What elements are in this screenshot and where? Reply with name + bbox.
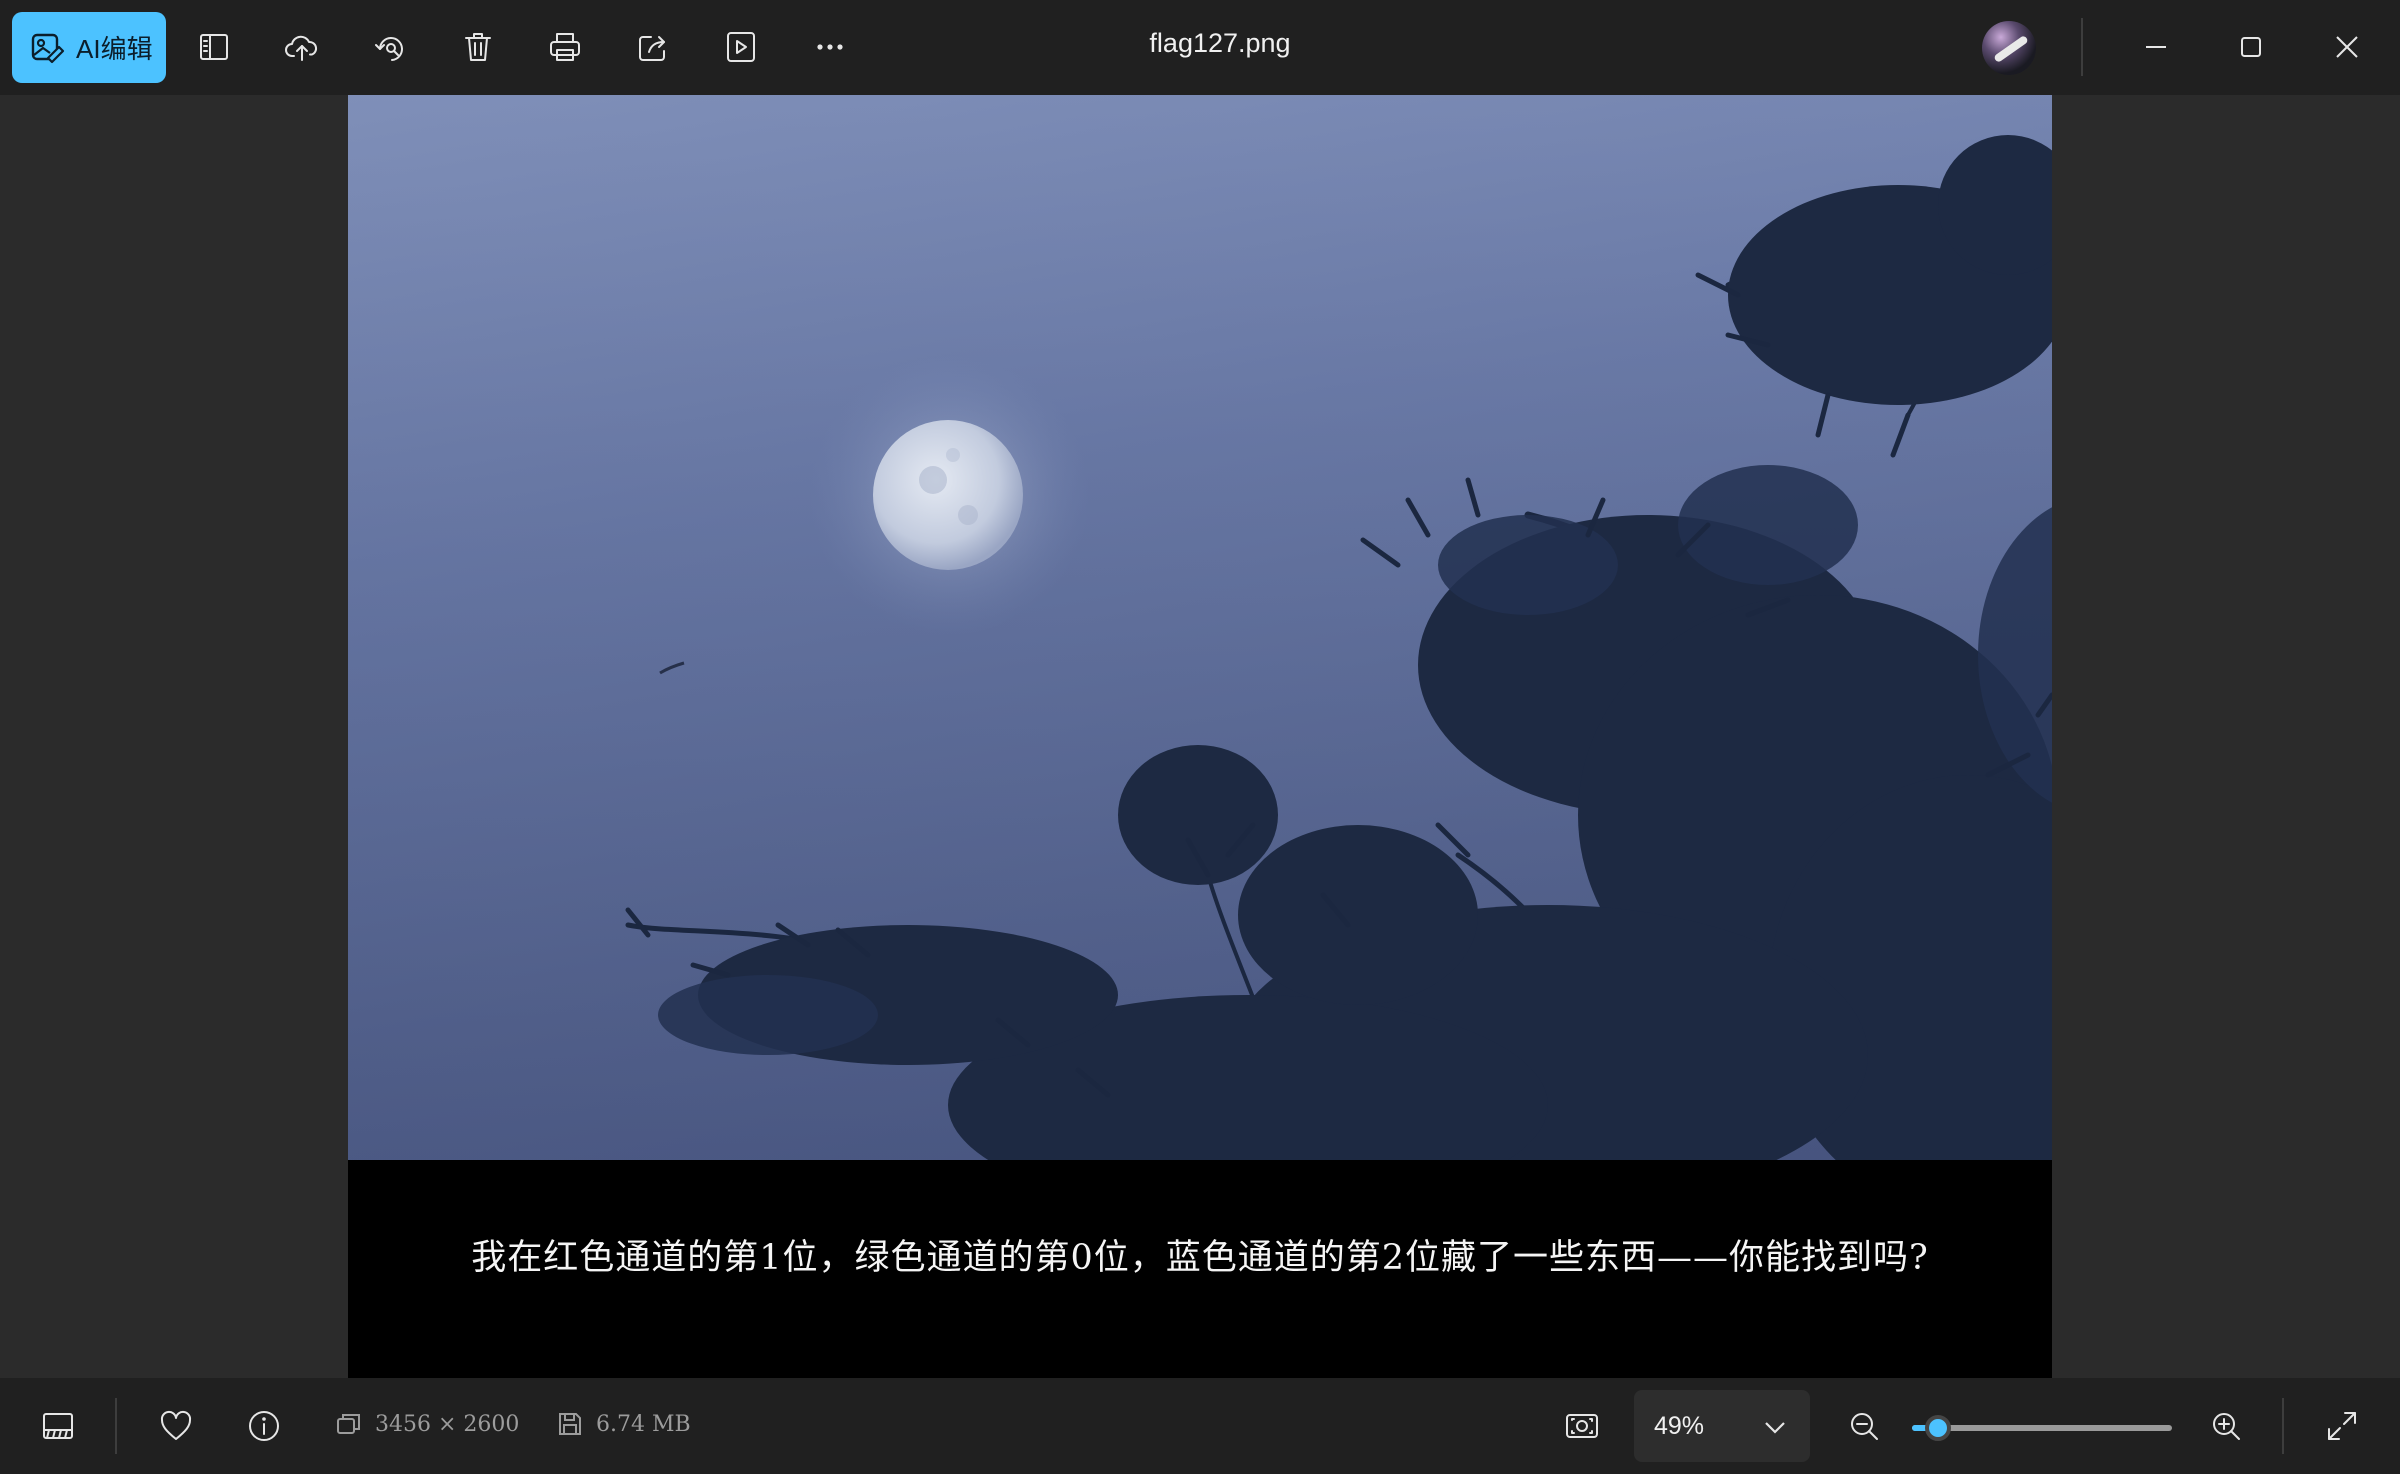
dimensions-text: 3456 × 2600 bbox=[375, 1411, 520, 1437]
close-icon bbox=[2336, 36, 2358, 58]
divider bbox=[115, 1398, 117, 1454]
print-button[interactable] bbox=[541, 23, 589, 71]
fit-screen-icon bbox=[1566, 1414, 1598, 1438]
avatar[interactable] bbox=[1982, 21, 2036, 75]
sidebar-toggle-button[interactable] bbox=[190, 23, 238, 71]
rotate-button[interactable] bbox=[366, 23, 414, 71]
print-icon bbox=[550, 33, 580, 61]
heart-icon bbox=[160, 1410, 192, 1440]
minimize-icon bbox=[2146, 46, 2166, 48]
slideshow-button[interactable] bbox=[717, 23, 765, 71]
photo-moon-bamboo bbox=[348, 95, 2052, 1160]
info-icon bbox=[249, 1411, 279, 1441]
caption-band: 我在红色通道的第1位，绿色通道的第0位，蓝色通道的第2位藏了一些东西——你能找到… bbox=[348, 1160, 2052, 1378]
more-icon bbox=[817, 44, 843, 50]
top-toolbar: AI编辑 flag127.png bbox=[0, 0, 2400, 95]
zoom-slider-thumb[interactable] bbox=[1925, 1415, 1951, 1441]
chevron-down-icon bbox=[1765, 1422, 1785, 1434]
image-dimensions: 3456 × 2600 bbox=[335, 1410, 519, 1438]
file-size-text: 6.74 MB bbox=[596, 1411, 691, 1437]
maximize-icon bbox=[2241, 37, 2261, 57]
close-button[interactable] bbox=[2322, 22, 2372, 72]
zoom-in-button[interactable] bbox=[2202, 1402, 2250, 1450]
slideshow-icon bbox=[727, 32, 755, 62]
zoom-out-icon bbox=[1851, 1413, 1878, 1440]
delete-button[interactable] bbox=[454, 23, 502, 71]
image-caption-text: 我在红色通道的第1位，绿色通道的第0位，蓝色通道的第2位藏了一些东西——你能找到… bbox=[471, 1237, 1929, 1278]
save-disk-icon bbox=[559, 1413, 581, 1435]
info-button[interactable] bbox=[240, 1402, 288, 1450]
fullscreen-icon bbox=[2328, 1412, 2356, 1440]
image-size-icon bbox=[337, 1414, 360, 1434]
filmstrip-icon bbox=[43, 1413, 73, 1439]
zoom-out-button[interactable] bbox=[1840, 1402, 1888, 1450]
share-icon bbox=[639, 36, 665, 61]
trash-icon bbox=[465, 33, 491, 61]
actual-size-button[interactable] bbox=[1558, 1402, 1606, 1450]
divider bbox=[2081, 18, 2083, 76]
upload-cloud-icon bbox=[285, 35, 318, 61]
image-canvas[interactable]: 我在红色通道的第1位，绿色通道的第0位，蓝色通道的第2位藏了一些东西——你能找到… bbox=[0, 95, 2400, 1378]
fullscreen-button[interactable] bbox=[2318, 1402, 2366, 1450]
more-button[interactable] bbox=[806, 23, 854, 71]
zoom-level-text: 49% bbox=[1654, 1411, 1705, 1440]
photo-scene bbox=[348, 95, 2052, 1160]
upload-button[interactable] bbox=[278, 23, 326, 71]
share-button[interactable] bbox=[629, 23, 677, 71]
divider bbox=[2282, 1398, 2284, 1454]
file-size: 6.74 MB bbox=[556, 1410, 691, 1438]
ai-image-edit-icon bbox=[31, 33, 65, 63]
minimize-button[interactable] bbox=[2131, 22, 2181, 72]
ai-edit-label: AI编辑 bbox=[76, 34, 153, 64]
zoom-in-icon bbox=[2213, 1413, 2240, 1440]
zoom-level-dropdown[interactable]: 49% bbox=[1634, 1390, 1810, 1462]
favorite-button[interactable] bbox=[152, 1402, 200, 1450]
zoom-slider[interactable] bbox=[1912, 1415, 2172, 1441]
sidebar-icon bbox=[200, 34, 228, 60]
filmstrip-button[interactable] bbox=[34, 1402, 82, 1450]
ai-edit-button[interactable]: AI编辑 bbox=[12, 12, 166, 83]
maximize-button[interactable] bbox=[2226, 22, 2276, 72]
rotate-search-icon bbox=[375, 37, 403, 61]
window-title: flag127.png bbox=[1149, 28, 1291, 58]
